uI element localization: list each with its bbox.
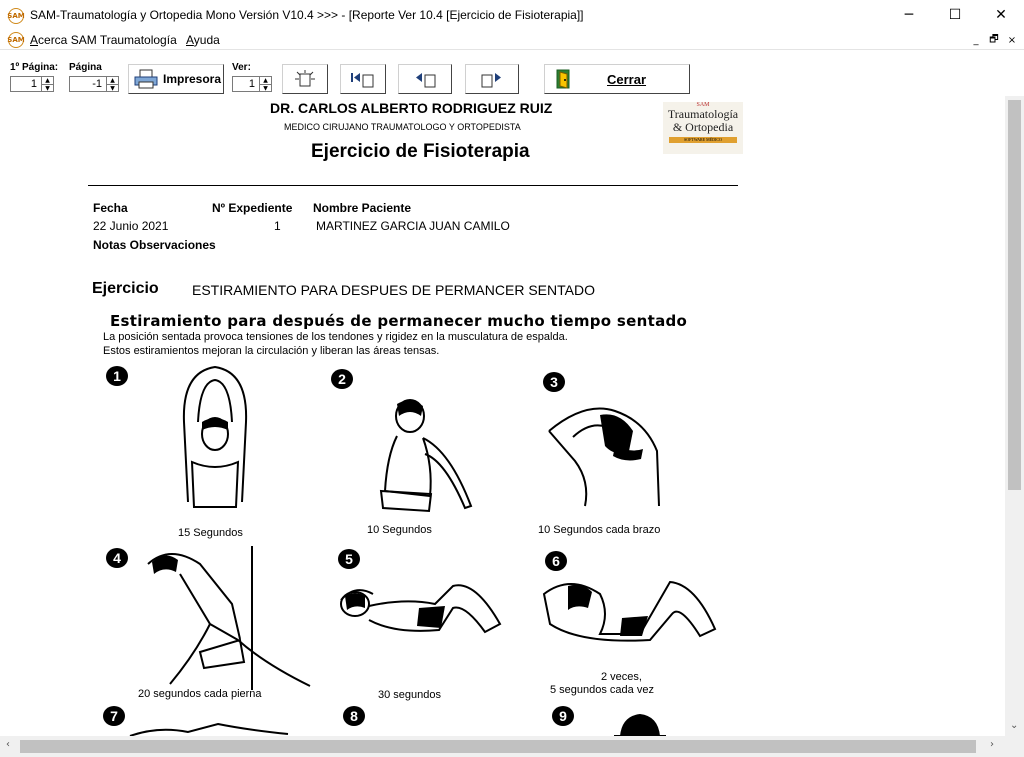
print-label: Impresora [163, 72, 222, 86]
close-report-button[interactable]: Cerrar [544, 64, 690, 94]
date-value: 22 Junio 2021 [93, 219, 169, 233]
view-label: Ver: [232, 62, 251, 73]
print-button[interactable]: Impresora [128, 64, 224, 94]
patient-header: Nombre Paciente [313, 201, 412, 215]
vertical-scrollbar[interactable]: ⌄ [1005, 96, 1024, 736]
step-number-5: 5 [338, 549, 360, 569]
doctor-name: DR. CARLOS ALBERTO RODRIGUEZ RUIZ [270, 100, 553, 116]
report-preview[interactable]: DR. CARLOS ALBERTO RODRIGUEZ RUIZ MEDICO… [0, 96, 1005, 736]
step-number-2: 2 [331, 369, 353, 389]
patient-value: MARTINEZ GARCIA JUAN CAMILO [316, 219, 510, 233]
maximize-button[interactable]: ☐ [932, 0, 978, 30]
step-number-9: 9 [552, 706, 574, 726]
first-page-icon [351, 73, 374, 88]
header-divider [88, 185, 738, 186]
step-caption-6a: 2 veces, [601, 671, 642, 683]
mdi-app-icon[interactable]: SAM [7, 32, 25, 48]
mdi-minimize-button[interactable]: _ [968, 32, 984, 48]
spin-down-icon[interactable]: ▼ [260, 85, 271, 92]
page-spinner[interactable]: -1 ▲ ▼ [69, 76, 119, 92]
window-title: SAM-Traumatología y Ortopedia Mono Versi… [30, 8, 584, 22]
step-caption-6b: 5 segundos cada vez [550, 684, 654, 696]
sheet-title: Estiramiento para después de permanecer … [110, 312, 688, 330]
close-button[interactable]: ✕ [978, 0, 1024, 30]
step-number-4: 4 [106, 548, 128, 568]
horizontal-scrollbar[interactable]: ‹ › [0, 736, 1005, 757]
date-header: Fecha [93, 201, 128, 215]
sheet-description-1: La posición sentada provoca tensiones de… [103, 331, 568, 343]
next-page-icon [481, 73, 501, 88]
scroll-down-icon[interactable]: ⌄ [1010, 720, 1018, 731]
zoom-page-icon [295, 70, 315, 87]
stretch-figure-2 [379, 399, 473, 513]
horizontal-scroll-thumb[interactable] [20, 740, 976, 753]
stretch-figure-3 [548, 407, 660, 507]
view-spinner[interactable]: 1 ▲ ▼ [232, 76, 272, 92]
stretch-figure-4 [147, 546, 311, 690]
report-title: Ejercicio de Fisioterapia [311, 141, 530, 162]
minimize-button[interactable]: ─ [886, 0, 932, 30]
spin-up-icon[interactable]: ▲ [42, 77, 53, 85]
mdi-restore-button[interactable]: 🗗 [986, 32, 1002, 48]
close-label: Cerrar [607, 71, 647, 87]
file-header: Nº Expediente [212, 201, 293, 215]
menu-acerca[interactable]: Acerca SAM Traumatología [30, 33, 177, 47]
spin-up-icon[interactable]: ▲ [107, 77, 118, 85]
zoom-button[interactable] [282, 64, 328, 94]
exercise-label: Ejercicio [92, 280, 159, 297]
scroll-left-icon[interactable]: ‹ [6, 739, 10, 750]
scrollbar-corner [1005, 736, 1024, 757]
stretch-figure-6 [542, 580, 717, 642]
first-page-button[interactable] [340, 64, 386, 94]
exit-door-icon [556, 69, 570, 89]
page-value: -1 [92, 78, 102, 90]
step-number-3: 3 [543, 372, 565, 392]
stretch-figure-7 [129, 722, 289, 736]
step-number-8: 8 [343, 706, 365, 726]
stretch-figure-1 [182, 365, 248, 508]
view-value: 1 [248, 78, 255, 90]
previous-page-icon [416, 73, 436, 88]
step-number-1: 1 [106, 366, 128, 386]
vertical-scroll-thumb[interactable] [1008, 100, 1021, 490]
first-page-label: 1º Página: [10, 62, 59, 73]
sheet-description-2: Estos estiramientos mejoran la circulaci… [103, 345, 440, 357]
stretch-figure-9 [614, 714, 666, 736]
step-caption-3: 10 Segundos cada brazo [538, 524, 661, 536]
clinic-logo: SAM Traumatología & Ortopedia SOFTWARE M… [663, 102, 743, 154]
application-window: SAM SAM-Traumatología y Ortopedia Mono V… [0, 0, 1024, 757]
next-page-button[interactable] [465, 64, 519, 94]
menu-bar: SAM Acerca SAM Traumatología Ayuda _ 🗗 × [0, 30, 1024, 50]
step-number-7: 7 [103, 706, 125, 726]
app-icon: SAM [7, 8, 25, 24]
notes-header: Notas Observaciones [93, 238, 216, 252]
report-toolbar: 1º Página: 1 ▲ ▼ Página -1 ▲ ▼ Impresora V… [0, 50, 1024, 96]
first-page-value: 1 [30, 78, 37, 90]
spin-down-icon[interactable]: ▼ [42, 85, 53, 92]
spin-down-icon[interactable]: ▼ [107, 85, 118, 92]
step-caption-5: 30 segundos [378, 689, 441, 701]
step-caption-4: 20 segundos cada pierna [138, 688, 262, 700]
page-label: Página [69, 62, 102, 73]
step-caption-1: 15 Segundos [178, 527, 243, 539]
title-bar: SAM SAM-Traumatología y Ortopedia Mono V… [0, 0, 1024, 30]
spin-up-icon[interactable]: ▲ [260, 77, 271, 85]
exercise-name: ESTIRAMIENTO PARA DESPUES DE PERMANCER S… [192, 282, 595, 298]
step-number-6: 6 [545, 551, 567, 571]
printer-icon [134, 69, 158, 89]
previous-page-button[interactable] [398, 64, 452, 94]
menu-ayuda[interactable]: Ayuda [186, 33, 220, 47]
file-value: 1 [274, 219, 281, 233]
doctor-title: MEDICO CIRUJANO TRAUMATOLOGO Y ORTOPEDIS… [284, 122, 521, 132]
scroll-right-icon[interactable]: › [990, 739, 994, 750]
stretch-figure-5 [340, 584, 502, 634]
mdi-close-button[interactable]: × [1004, 32, 1020, 48]
first-page-spinner[interactable]: 1 ▲ ▼ [10, 76, 54, 92]
step-caption-2: 10 Segundos [367, 524, 432, 536]
